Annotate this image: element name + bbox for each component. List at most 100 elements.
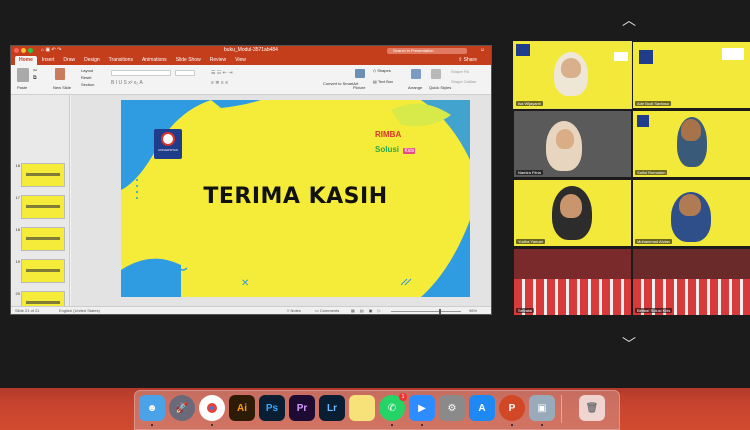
launchpad-icon[interactable]: 🚀: [169, 395, 195, 421]
notes-button[interactable]: ≡ Notes: [287, 308, 301, 313]
participant-name: Yudha Yanuar: [516, 239, 545, 244]
copy-icon[interactable]: ⧉: [33, 75, 37, 81]
new-slide-label[interactable]: New Slide: [53, 85, 71, 90]
user-icon[interactable]: ☺: [480, 47, 485, 53]
tab-design[interactable]: Design: [80, 56, 104, 65]
participant-tile[interactable]: Yudha Yanuar: [514, 180, 631, 246]
slide-thumbnail[interactable]: [21, 195, 65, 219]
layout-button[interactable]: Layout: [81, 68, 93, 73]
powerpoint-icon[interactable]: P: [499, 395, 525, 421]
tab-draw[interactable]: Draw: [59, 56, 79, 65]
tab-home[interactable]: Home: [15, 56, 37, 65]
powerpoint-window[interactable]: ⌂ ▣ ↶ ↷ buku_Modul-3571ab484 Search in P…: [10, 45, 492, 315]
language-indicator[interactable]: English (United States): [59, 308, 100, 313]
reset-button[interactable]: Reset: [81, 75, 91, 80]
participant-tile[interactable]: Selvatai: [514, 249, 631, 315]
dock: ☻ 🚀 Ai Ps Pr Lr ✆ 1 ▶ ⚙ A P ▣ 🗑: [134, 390, 620, 430]
tab-transitions[interactable]: Transitions: [105, 56, 137, 65]
participant-tile[interactable]: Bimba! Solusi Kids: [633, 249, 750, 315]
arrange-icon[interactable]: [411, 69, 421, 79]
paste-label[interactable]: Paste: [17, 85, 27, 90]
zoom-icon[interactable]: ▶: [409, 395, 435, 421]
text-box-button[interactable]: ▤ Text Box: [373, 79, 393, 84]
trash-icon[interactable]: 🗑: [579, 395, 605, 421]
alignment-icons[interactable]: ≡ ≣ ≡ ≡: [211, 80, 228, 86]
share-button[interactable]: ⇪ Share: [458, 57, 477, 63]
photoshop-icon[interactable]: Ps: [259, 395, 285, 421]
tab-animations[interactable]: Animations: [138, 56, 171, 65]
picture-label[interactable]: Picture: [353, 85, 365, 90]
seal-icon: [161, 132, 175, 146]
status-bar: Slide 21 of 21 English (United States) ≡…: [11, 306, 491, 314]
paragraph-icons[interactable]: ☰ ☷ ⇤ ⇥: [211, 70, 233, 76]
slide-thumbnail[interactable]: [21, 163, 65, 187]
slide-title[interactable]: TERIMA KASIH: [121, 184, 470, 209]
participant-tile[interactable]: Namira Fitria: [514, 111, 631, 177]
slide-thumbnail[interactable]: [21, 259, 65, 283]
current-slide[interactable]: ✕ UNIVERSITAS RIMBA Solusi Kids TERIMA K…: [121, 100, 470, 297]
quick-styles-label[interactable]: Quick Styles: [429, 85, 451, 90]
view-buttons[interactable]: ▦ ▤ ▣ ▷: [351, 308, 383, 313]
zoom-slider[interactable]: [391, 311, 461, 312]
picture-icon[interactable]: [355, 69, 365, 78]
finder-icon[interactable]: ☻: [139, 395, 165, 421]
participant-tile[interactable]: Saiful Romadon: [633, 111, 750, 177]
app-store-icon[interactable]: A: [469, 395, 495, 421]
premiere-icon[interactable]: Pr: [289, 395, 315, 421]
illustrator-icon[interactable]: Ai: [229, 395, 255, 421]
notes-icon[interactable]: [349, 395, 375, 421]
university-logo: UNIVERSITAS: [154, 129, 182, 159]
shape-outline-button[interactable]: Shape Outline: [451, 79, 476, 84]
bimba-logo-kids: Kids: [403, 148, 416, 154]
running-indicator: [391, 424, 393, 426]
search-input[interactable]: Search in Presentation: [387, 48, 467, 54]
ribbon-tabs: Home Insert Draw Design Transitions Anim…: [11, 56, 491, 65]
notes-label: Notes: [290, 308, 301, 313]
section-button[interactable]: Section: [81, 82, 94, 87]
tab-review[interactable]: Review: [206, 56, 230, 65]
face: [681, 119, 701, 141]
arrange-label[interactable]: Arrange: [408, 85, 422, 90]
tab-insert[interactable]: Insert: [38, 56, 59, 65]
bimba-logo: [722, 48, 744, 60]
face: [679, 194, 701, 216]
tab-view[interactable]: View: [231, 56, 250, 65]
title-bar[interactable]: ⌂ ▣ ↶ ↷ buku_Modul-3571ab484 Search in P…: [11, 46, 491, 56]
font-format-icons[interactable]: B I U S x² x₂ A: [111, 80, 143, 86]
scroll-up-chevron-icon[interactable]: ︿: [622, 10, 636, 30]
participant-tile[interactable]: Ade Budi Santoso: [633, 42, 750, 108]
university-logo: [516, 44, 530, 56]
tab-slide-show[interactable]: Slide Show: [172, 56, 205, 65]
new-slide-icon[interactable]: [55, 68, 65, 80]
lightroom-icon[interactable]: Lr: [319, 395, 345, 421]
preview-icon[interactable]: ▣: [529, 395, 555, 421]
font-size-select[interactable]: [175, 70, 195, 76]
scroll-down-chevron-icon[interactable]: ﹀: [622, 334, 636, 354]
quick-styles-icon[interactable]: [431, 69, 441, 79]
participant-name: Bimba! Solusi Kids: [635, 308, 673, 313]
slide-thumbnail[interactable]: [21, 227, 65, 251]
shape-fill-button[interactable]: Shape Fill: [451, 69, 469, 74]
zoom-slider-thumb[interactable]: [439, 309, 441, 314]
zoom-level[interactable]: 96%: [469, 308, 477, 313]
thumbnail-text-line: [26, 237, 60, 240]
thumbnail-text-line: [26, 301, 60, 304]
participant-tile[interactable]: Muhammad Alvian: [633, 180, 750, 246]
svg-text:✕: ✕: [241, 278, 249, 289]
slide-canvas-area[interactable]: ✕ UNIVERSITAS RIMBA Solusi Kids TERIMA K…: [71, 95, 491, 308]
participant-name: Muhammad Alvian: [635, 239, 672, 244]
chrome-icon[interactable]: [199, 395, 225, 421]
thumbnail-number: 20: [15, 291, 20, 296]
shapes-button[interactable]: ◇ Shapes: [373, 68, 391, 73]
participant-tile[interactable]: Isa Wijayanti: [513, 41, 632, 109]
bimba-logo: [614, 52, 628, 61]
running-indicator: [211, 424, 213, 426]
cut-icon[interactable]: ✂: [33, 68, 37, 74]
paste-icon[interactable]: [17, 68, 29, 82]
system-preferences-icon[interactable]: ⚙: [439, 395, 465, 421]
font-name-select[interactable]: [111, 70, 171, 76]
comments-button[interactable]: ▭ Comments: [315, 308, 339, 313]
notification-badge: 1: [399, 393, 407, 401]
slide-thumbnails-pane[interactable]: 18 17 18 19 20 21TERIMA KASIH: [11, 95, 70, 314]
running-indicator: [511, 424, 513, 426]
